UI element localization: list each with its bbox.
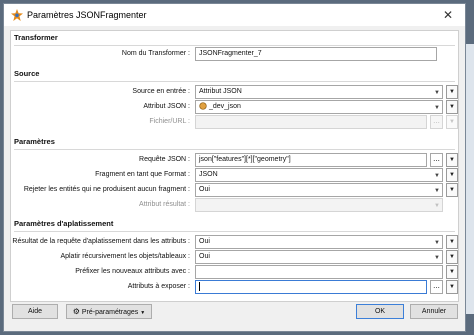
- file-url-label: Fichier/URL :: [149, 118, 190, 125]
- flatten-query-combo[interactable]: Oui ▼: [195, 235, 443, 249]
- row-attribute-prefix: Préfixer les nouveaux attributs avec : ▼: [11, 265, 458, 279]
- result-attribute-combo[interactable]: ▼: [195, 198, 443, 212]
- reject-features-combo[interactable]: Oui ▼: [195, 183, 443, 197]
- row-file-url: Fichier/URL : ... ▼: [11, 115, 458, 129]
- recursive-flatten-combo[interactable]: Oui ▼: [195, 250, 443, 264]
- cancel-button[interactable]: Annuler: [410, 304, 458, 319]
- json-query-label: Requête JSON :: [139, 156, 190, 163]
- close-icon[interactable]: ✕: [431, 4, 465, 26]
- row-transformer-name: Nom du Transformer : JSONFragmenter_7: [11, 47, 458, 61]
- chevron-down-icon: ▼: [434, 255, 440, 261]
- button-bar: Aide ⚙ Pré-paramétrages ▼ OK Annuler: [4, 304, 465, 330]
- reject-features-menu-button[interactable]: ▼: [446, 183, 458, 197]
- presets-button-label: Pré-paramétrages: [81, 309, 139, 316]
- source-input-menu-button[interactable]: ▼: [446, 85, 458, 99]
- chevron-down-icon: ▼: [140, 310, 146, 316]
- text-cursor: [199, 281, 200, 291]
- fragment-format-combo[interactable]: JSON ▼: [195, 168, 443, 182]
- attribute-prefix-menu-button[interactable]: ▼: [446, 265, 458, 279]
- reject-features-value: Oui: [199, 186, 210, 193]
- row-source-input: Source en entrée : Attribut JSON ▼ ▼: [11, 85, 458, 99]
- json-query-edit-button[interactable]: ...: [430, 153, 443, 167]
- row-recursive-flatten: Aplatir récursivement les objets/tableau…: [11, 250, 458, 264]
- fragment-format-label: Fragment en tant que Format :: [95, 171, 190, 178]
- title-bar: Paramètres JSONFragmenter ✕: [4, 4, 465, 26]
- row-fragment-format: Fragment en tant que Format : JSON ▼ ▼: [11, 168, 458, 182]
- ok-button-label: OK: [374, 308, 386, 315]
- recursive-flatten-label: Aplatir récursivement les objets/tableau…: [60, 253, 190, 260]
- flatten-query-value: Oui: [199, 238, 210, 245]
- chevron-down-icon: ▼: [434, 240, 440, 246]
- attribute-icon: [199, 102, 207, 110]
- transformer-name-label: Nom du Transformer :: [121, 50, 190, 57]
- presets-button[interactable]: ⚙ Pré-paramétrages ▼: [66, 304, 152, 319]
- json-attribute-value: _dev_json: [208, 103, 241, 110]
- json-attribute-menu-button[interactable]: ▼: [446, 100, 458, 114]
- help-button[interactable]: Aide: [12, 304, 58, 319]
- gear-icon: ⚙: [72, 307, 80, 316]
- source-input-label: Source en entrée :: [132, 88, 190, 95]
- row-flatten-query: Résultat de la requête d'aplatissement d…: [11, 235, 458, 249]
- source-input-combo[interactable]: Attribut JSON ▼: [195, 85, 443, 99]
- ok-button[interactable]: OK: [356, 304, 404, 319]
- help-button-label: Aide: [27, 308, 42, 315]
- section-source: Source: [14, 67, 455, 82]
- json-attribute-label: Attribut JSON :: [143, 103, 190, 110]
- result-attribute-label: Attribut résultat :: [139, 201, 190, 208]
- fragment-format-value: JSON: [199, 171, 218, 178]
- file-url-browse-button[interactable]: ...: [430, 115, 443, 129]
- flatten-query-menu-button[interactable]: ▼: [446, 235, 458, 249]
- file-url-menu-button[interactable]: ▼: [446, 115, 458, 129]
- json-query-menu-button[interactable]: ▼: [446, 153, 458, 167]
- row-reject-features: Rejeter les entités qui ne produisent au…: [11, 183, 458, 197]
- dialog-window: Paramètres JSONFragmenter ✕ Transformer …: [3, 3, 466, 332]
- attributes-to-expose-input[interactable]: [195, 280, 427, 294]
- reject-features-label: Rejeter les entités qui ne produisent au…: [23, 186, 190, 193]
- source-input-value: Attribut JSON: [199, 88, 242, 95]
- chevron-down-icon: ▼: [434, 105, 440, 111]
- recursive-flatten-value: Oui: [199, 253, 210, 260]
- json-query-input[interactable]: json["features"][*]["geometry"]: [195, 153, 427, 167]
- attributes-to-expose-edit-button[interactable]: ...: [430, 280, 443, 294]
- cancel-button-label: Annuler: [421, 308, 447, 315]
- attribute-prefix-input[interactable]: [195, 265, 443, 279]
- section-transformer: Transformer: [14, 31, 455, 46]
- attributes-to-expose-menu-button[interactable]: ▼: [446, 280, 458, 294]
- transformer-name-input[interactable]: JSONFragmenter_7: [195, 47, 437, 61]
- section-aplatissement: Paramètres d'aplatissement: [14, 217, 455, 232]
- row-json-query: Requête JSON : json["features"][*]["geom…: [11, 153, 458, 167]
- row-result-attribute: Attribut résultat : ▼: [11, 198, 458, 212]
- flatten-query-label: Résultat de la requête d'aplatissement d…: [12, 238, 190, 245]
- fragment-format-menu-button[interactable]: ▼: [446, 168, 458, 182]
- background-canvas-strip: [466, 44, 474, 314]
- chevron-down-icon: ▼: [434, 188, 440, 194]
- app-icon: [11, 9, 23, 21]
- row-json-attribute: Attribut JSON : _dev_json ▼ ▼: [11, 100, 458, 114]
- json-attribute-combo[interactable]: _dev_json ▼: [195, 100, 443, 114]
- attributes-to-expose-label: Attributs à exposer :: [127, 283, 190, 290]
- parameters-panel: Transformer Nom du Transformer : JSONFra…: [10, 30, 459, 302]
- window-title: Paramètres JSONFragmenter: [27, 10, 147, 20]
- chevron-down-icon: ▼: [434, 173, 440, 179]
- recursive-flatten-menu-button[interactable]: ▼: [446, 250, 458, 264]
- chevron-down-icon: ▼: [434, 203, 440, 209]
- file-url-input[interactable]: [195, 115, 427, 129]
- section-parametres: Paramètres: [14, 135, 455, 150]
- row-attributes-to-expose: Attributs à exposer : ... ▼: [11, 280, 458, 294]
- chevron-down-icon: ▼: [434, 90, 440, 96]
- attribute-prefix-label: Préfixer les nouveaux attributs avec :: [75, 268, 190, 275]
